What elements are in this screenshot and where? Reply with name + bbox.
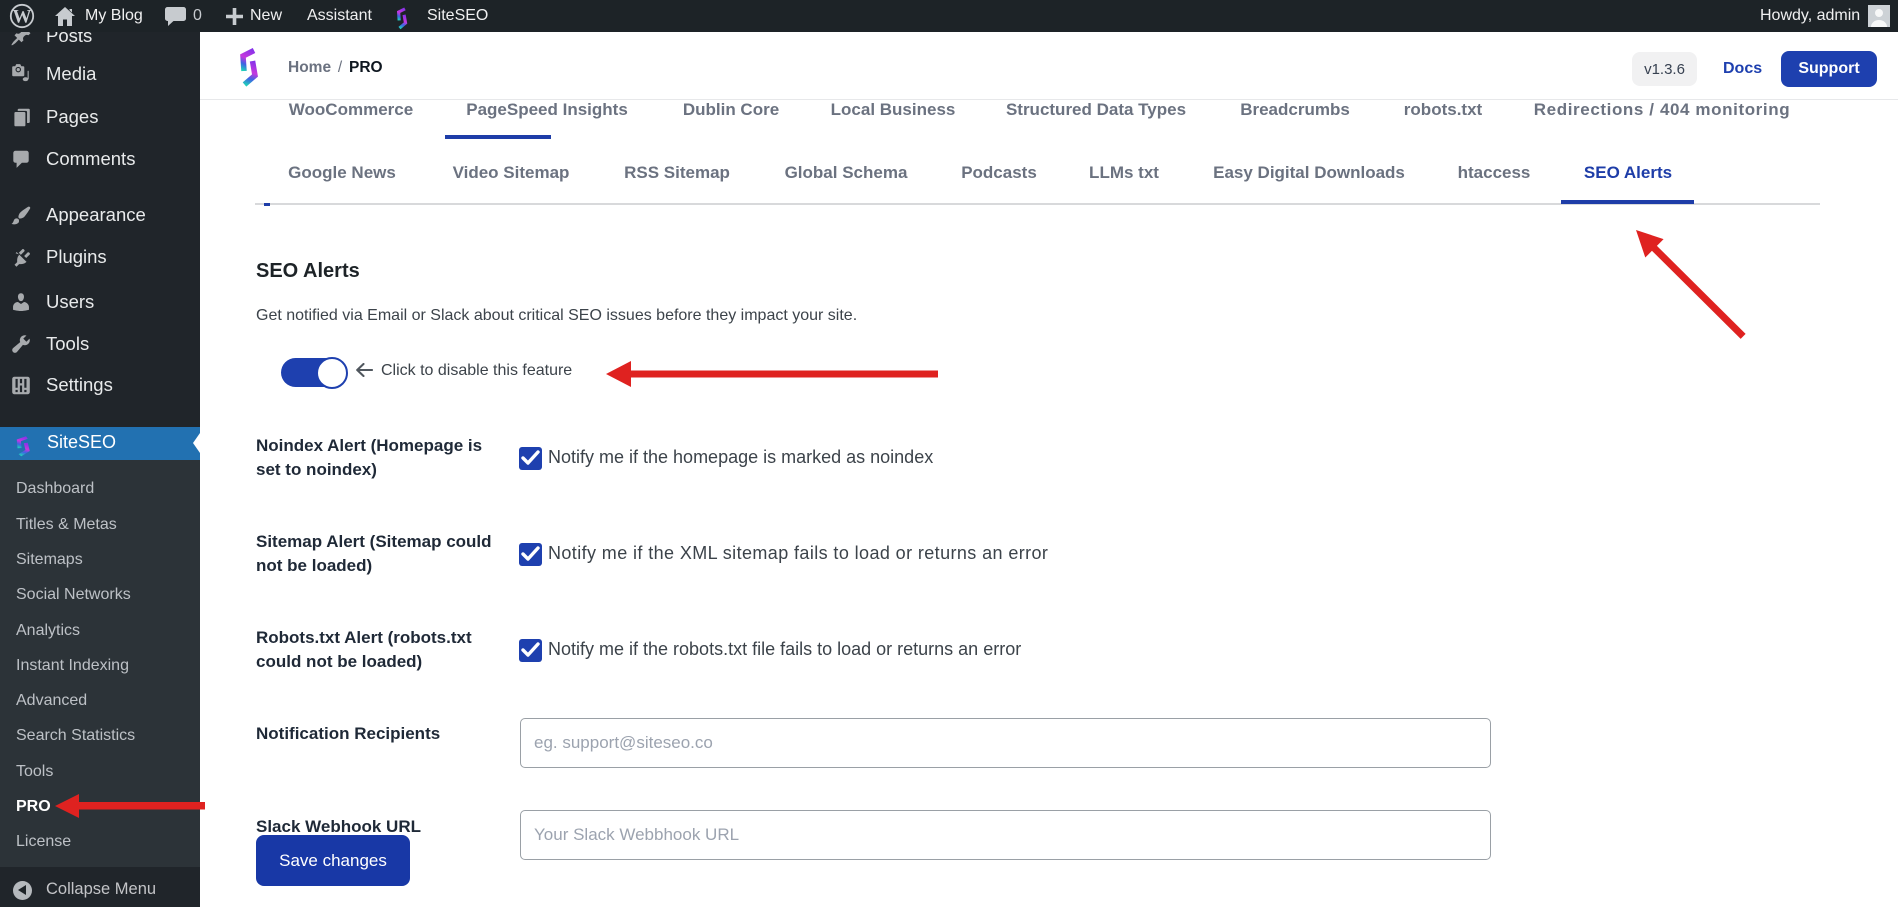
svg-text:W: W: [13, 7, 32, 28]
